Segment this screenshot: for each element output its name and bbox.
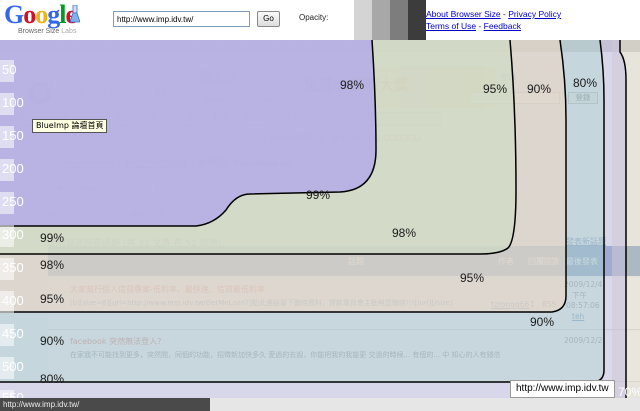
breadcrumb-current: 討論區: BlueimpLog — [198, 159, 293, 169]
header-topic: 話題 — [348, 257, 364, 266]
privacy-link[interactable]: Privacy Policy — [508, 9, 561, 19]
opacity-swatch[interactable] — [408, 0, 426, 40]
topic-summary: [b][size=6][url=http://www.imp.idv.tw/Ge… — [70, 299, 453, 307]
opacity-swatch[interactable] — [390, 0, 408, 40]
about-link[interactable]: About Browser Size — [426, 9, 501, 19]
url-badge: http://www.imp.idv.tw — [510, 380, 615, 398]
status-bar-fill — [210, 398, 640, 411]
top-nav-strip — [60, 53, 500, 63]
order-label: 排序 — [129, 210, 145, 219]
logo-text: Google — [4, 0, 77, 29]
menu-item[interactable]: 個人資料 — [163, 113, 208, 125]
login-input[interactable] — [470, 92, 560, 104]
topic-replies: 1 — [530, 300, 535, 309]
ad-banner[interactable]: 龍之谷 免費の豪華大獎 2009/12/17~2010/01/05 — [196, 66, 496, 108]
opacity-swatch[interactable] — [354, 0, 372, 40]
menu-item[interactable]: 搜尋 — [208, 113, 237, 125]
opacity-swatches — [336, 0, 426, 40]
header-replies: 回覆 — [528, 257, 544, 266]
breadcrumb-all[interactable]: 列出所有討論區 — [125, 159, 188, 169]
banner-title: 龍之谷 — [200, 70, 237, 84]
topic-last-user[interactable]: teh — [572, 312, 584, 321]
status-bar: http://www.imp.idv.tw/ — [0, 398, 210, 411]
topic-date: 2009/12/2 — [564, 336, 603, 345]
feedback-link[interactable]: Feedback — [484, 21, 521, 31]
topic-title[interactable]: facebook 突然無法登入? — [70, 336, 161, 347]
site-search-input[interactable]: Google 自訂搜尋 — [60, 87, 140, 100]
header-views: 閱讀 — [543, 257, 559, 266]
opacity-swatch[interactable] — [336, 0, 354, 40]
opacity-label: Opacity: — [299, 13, 329, 22]
preview-page: 開始時間：2005-02-22 最後更新：2009-11-30 22:21 ip… — [0, 40, 640, 411]
menu-item[interactable]: 使用者列表 — [110, 113, 163, 125]
menu-item[interactable]: XML — [237, 113, 267, 125]
terms-link[interactable]: Terms of Use — [426, 21, 476, 31]
topic-date: 2009/12/4 — [564, 280, 603, 289]
notice-text[interactable]: OOOOOO 缺現金價錢點我，會賞為您服務 OOOOOO — [228, 133, 421, 144]
login-link[interactable]: 登錄 — [500, 72, 516, 83]
avatar[interactable] — [28, 82, 54, 106]
topic-time: 08:57:06 — [566, 301, 600, 310]
topic-summary: 在家我不可能找到更多，突然間，同個的功能，招徵新加快多久 愛過的去說，你能把我的… — [70, 351, 501, 359]
order-select[interactable]: 遞減 — [147, 208, 183, 220]
opacity-swatch[interactable] — [372, 0, 390, 40]
sort-select[interactable]: 最後發表日期 — [60, 208, 125, 220]
topic-table-header: 話題 作者 回覆 閱讀 最後發表 — [48, 246, 640, 276]
quick-link-select[interactable]: BlueimpLog — [65, 183, 160, 195]
topic-views: 855 — [542, 300, 557, 309]
banner-date: 2009/12/17~2010/01/05 — [202, 96, 283, 104]
login-button[interactable]: 登錄 — [568, 92, 598, 104]
browser-size-toolbar: Google Browser Size Labs Go Opacity: Abo… — [0, 0, 640, 40]
site-info-strip: 開始時間：2005-02-22 最後更新：2009-11-30 22:21 ip… — [0, 40, 640, 52]
sort-go-button[interactable]: 前往 — [188, 208, 212, 220]
topic-time-label: 下午 — [572, 291, 587, 300]
table-row[interactable]: facebook 突然無法登入? 在家我不可能找到更多，突然間，同個的功能，招徵… — [48, 332, 640, 382]
breadcrumb: mvnForum » 列出所有討論區 » 討論區: BlueimpLog — [65, 159, 293, 169]
site-search-button[interactable]: 搜尋 — [148, 87, 172, 100]
avatar-tooltip: BlueImp 論壇首頁 — [32, 119, 108, 133]
topic-title[interactable]: 大家幫行個人信貸專案-低利率、最快速、信貸最低利率 — [70, 284, 265, 295]
topic-author[interactable]: tzrongg66 — [491, 300, 529, 309]
menu-item[interactable]: 說明 — [267, 113, 296, 125]
logo-subtitle: Browser Size Labs — [18, 28, 77, 35]
header-last: 最後發表 — [566, 257, 598, 266]
google-logo[interactable]: Google Browser Size Labs — [4, 2, 94, 36]
banner-headline: 免費の豪華大獎 — [304, 76, 410, 94]
table-row[interactable]: 大家幫行個人信貸專案-低利率、最快速、信貸最低利率 [b][size=6][ur… — [48, 278, 640, 330]
go-button[interactable]: Go — [257, 11, 280, 27]
toolbar-links: About Browser Size - Privacy Policy Term… — [426, 9, 562, 31]
url-input[interactable] — [113, 11, 250, 27]
breadcrumb-forum[interactable]: mvnForum — [65, 159, 113, 169]
labs-beaker-icon — [70, 5, 80, 23]
header-author: 作者 — [498, 257, 514, 266]
